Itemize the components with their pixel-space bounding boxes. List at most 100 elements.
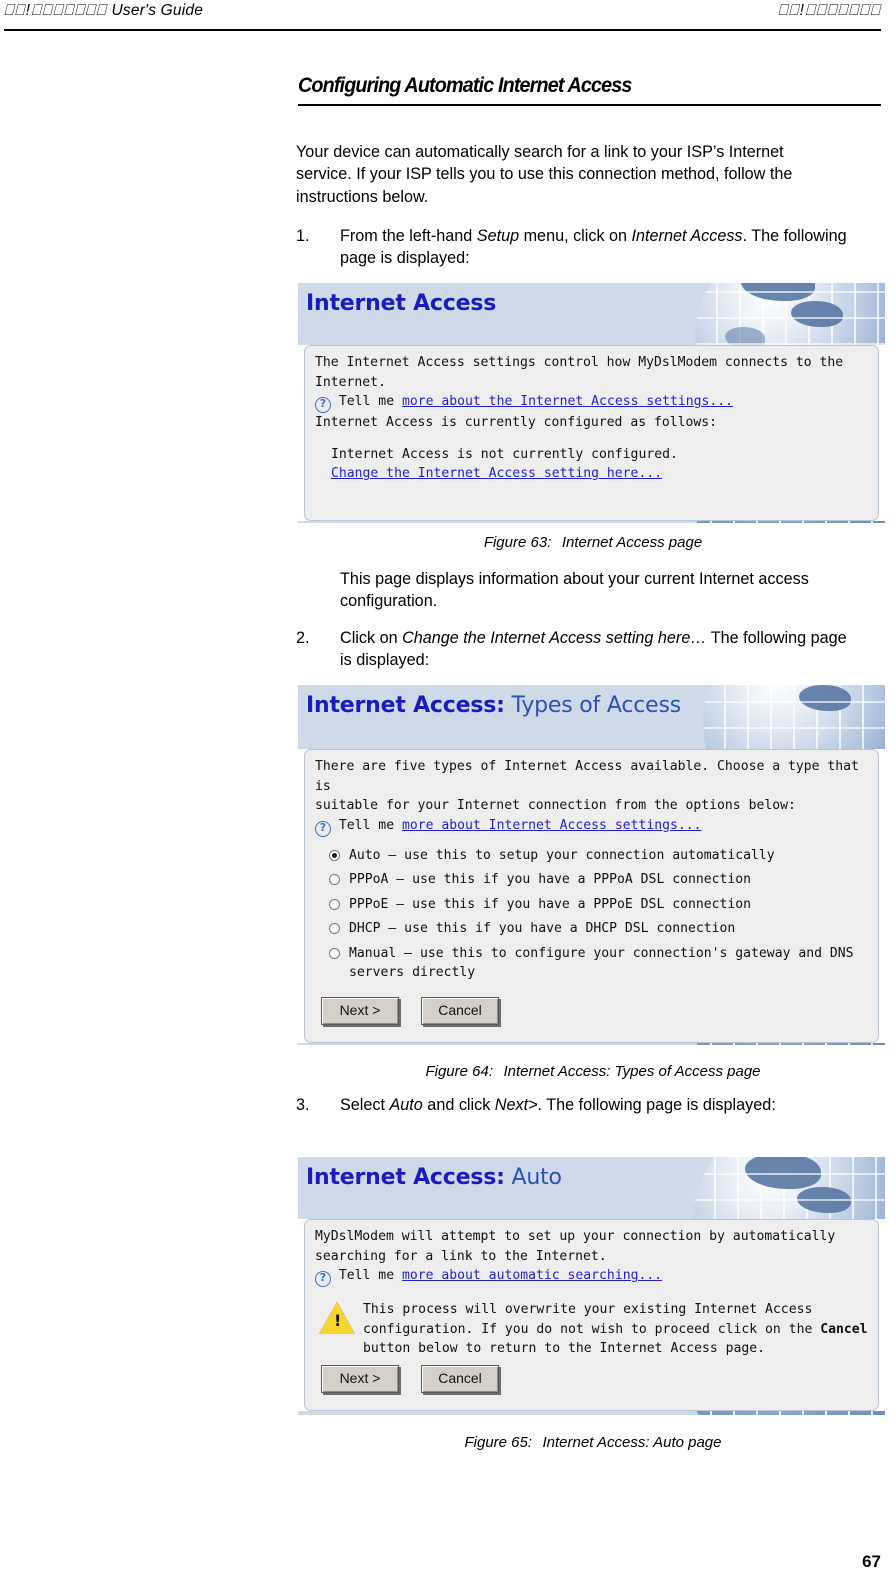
- radio-option-manual[interactable]: Manual – use this to configure your conn…: [329, 944, 868, 983]
- step-1-note: This page displays information about you…: [340, 570, 809, 611]
- warning-cancel-emphasis: Cancel: [820, 1321, 868, 1337]
- help-icon[interactable]: ?: [315, 820, 331, 837]
- step-3-text-c: . The following page is displayed:: [537, 1096, 776, 1114]
- header-left-text: ⎕⎕!⎕⎕⎕⎕⎕⎕⎕ User's Guide: [4, 2, 203, 20]
- step-3-em-auto: Auto: [389, 1096, 423, 1114]
- figure-65-number: Figure 65:: [464, 1434, 533, 1451]
- shot3-line1: MyDslModem will attempt to set up your c…: [315, 1229, 836, 1244]
- header-left-tofu: ⎕⎕!⎕⎕⎕⎕⎕⎕⎕: [4, 2, 108, 19]
- shot2-banner: Internet Access: Types of Access: [298, 685, 885, 749]
- step-1-text-a: From the left-hand: [340, 227, 477, 245]
- page-number: 67: [862, 1552, 881, 1571]
- shot3-button-row: Next > Cancel: [321, 1364, 868, 1393]
- step-1-text: From the left-hand Setup menu, click on …: [340, 225, 856, 270]
- shot2-tellme-label: Tell me: [338, 817, 395, 833]
- radio-option-auto[interactable]: Auto – use this to setup your connection…: [329, 846, 868, 866]
- radio-option-pppoa[interactable]: PPPoA – use this if you have a PPPoA DSL…: [329, 870, 868, 890]
- shot2-content-panel: There are five types of Internet Access …: [304, 749, 879, 1043]
- next-button[interactable]: Next >: [321, 996, 399, 1025]
- shot2-title-bold: Internet Access:: [306, 693, 505, 718]
- step-2-text-a: Click on: [340, 629, 403, 647]
- shot3-content-panel: MyDslModem will attempt to set up your c…: [304, 1219, 879, 1411]
- header-left-label: User's Guide: [111, 2, 204, 19]
- shot2-tellme-row: ? Tell me more about Internet Access set…: [315, 816, 868, 837]
- shot1-link-change-setting[interactable]: Change the Internet Access setting here.…: [331, 466, 662, 481]
- radio-icon-pppoa[interactable]: [329, 874, 340, 885]
- radio-label-dhcp: DHCP – use this if you have a DHCP DSL c…: [349, 921, 736, 936]
- step-2-em-change-setting: Change the Internet Access setting here…: [402, 629, 707, 647]
- radio-label-pppoe: PPPoE – use this if you have a PPPoE DSL…: [349, 896, 752, 912]
- shot1-title: Internet Access: [306, 291, 497, 316]
- figure-65-label: Internet Access: Auto page: [542, 1434, 722, 1451]
- cancel-button[interactable]: Cancel: [421, 1364, 499, 1393]
- page-title: Configuring Automatic Internet Access: [298, 74, 632, 97]
- step-2-number: 2.: [296, 629, 310, 647]
- figure-65-screenshot: Internet Access: Auto MyDslModem will at…: [298, 1157, 885, 1415]
- radio-icon-auto[interactable]: [329, 849, 340, 861]
- help-icon[interactable]: ?: [315, 1271, 331, 1287]
- header-right-tofu: ⎕⎕!⎕⎕⎕⎕⎕⎕⎕: [777, 2, 881, 19]
- intro-paragraph: Your device can automatically search for…: [296, 143, 793, 206]
- figure-63-number: Figure 63:: [483, 534, 552, 551]
- shot3-tellme-label: Tell me: [338, 1268, 395, 1283]
- shot1-spacer: [315, 433, 868, 445]
- cancel-button[interactable]: Cancel: [421, 996, 499, 1025]
- shot1-line2: Internet.: [315, 374, 386, 390]
- step-1: 1. From the left-hand Setup menu, click …: [296, 225, 856, 270]
- figure-63-screenshot: Internet Access The Internet Access sett…: [298, 283, 885, 523]
- help-icon[interactable]: ?: [315, 397, 331, 413]
- radio-label-auto: Auto – use this to setup your connection…: [349, 847, 775, 863]
- shot2-title: Internet Access: Types of Access: [298, 685, 885, 718]
- title-underline: [298, 104, 881, 107]
- figure-64-screenshot: Internet Access: Types of Access There a…: [298, 685, 885, 1045]
- warning-text: This process will overwrite your existin…: [363, 1300, 868, 1359]
- shot1-tellme-label: Tell me: [338, 394, 395, 409]
- step-1-text-b: menu, click on: [519, 227, 632, 245]
- shot3-title-bold: Internet Access:: [306, 1165, 505, 1190]
- shot3-banner: Internet Access: Auto: [298, 1157, 885, 1219]
- step-1-number: 1.: [296, 227, 310, 245]
- next-button[interactable]: Next >: [321, 1364, 399, 1393]
- shot2-button-row: Next > Cancel: [321, 996, 868, 1025]
- figure-64-caption: Figure 64: Internet Access: Types of Acce…: [298, 1063, 888, 1080]
- radio-icon-pppoe[interactable]: [329, 898, 340, 910]
- radio-option-dhcp[interactable]: DHCP – use this if you have a DHCP DSL c…: [329, 919, 868, 939]
- figure-63-caption: Figure 63: Internet Access page: [298, 534, 888, 551]
- shot1-link-more-about-settings[interactable]: more about the Internet Access settings.…: [402, 394, 733, 409]
- step-3-em-next: Next>: [494, 1096, 538, 1114]
- shot1-banner: Internet Access: [298, 283, 885, 345]
- shot1-footer: [298, 521, 885, 523]
- radio-icon-dhcp[interactable]: [329, 923, 340, 934]
- figure-63-label: Internet Access page: [561, 534, 703, 551]
- shot2-title-sub: Types of Access: [504, 693, 682, 718]
- running-header: ⎕⎕!⎕⎕⎕⎕⎕⎕⎕ User's Guide ⎕⎕!⎕⎕⎕⎕⎕⎕⎕: [0, 0, 895, 36]
- radio-icon-manual[interactable]: [329, 947, 340, 959]
- step-3-text-a: Select: [340, 1096, 390, 1114]
- shot2-line1: There are five types of Internet Access …: [315, 759, 859, 794]
- figure-64-label: Internet Access: Types of Access page: [503, 1063, 761, 1080]
- shot1-line3: Internet Access is currently configured …: [315, 415, 718, 430]
- shot3-title-sub: Auto: [504, 1165, 562, 1190]
- shot1-line4: Internet Access is not currently configu…: [331, 446, 678, 462]
- shot2-link-more-about-settings[interactable]: more about Internet Access settings...: [402, 818, 702, 833]
- warning-triangle-icon: [319, 1302, 355, 1334]
- shot1-line1: The Internet Access settings control how…: [315, 355, 844, 370]
- shot1-content-panel: The Internet Access settings control how…: [304, 345, 879, 521]
- step-3-number: 3.: [296, 1096, 310, 1114]
- step-2: 2. Click on Change the Internet Access s…: [296, 627, 856, 672]
- shot3-footer: [298, 1411, 885, 1415]
- shot3-line2: searching for a link to the Internet.: [315, 1248, 607, 1264]
- step-3-text: Select Auto and click Next>. The followi…: [340, 1094, 856, 1116]
- shot3-tellme-row: ? Tell me more about automatic searching…: [315, 1266, 868, 1287]
- header-divider: [4, 29, 881, 32]
- figure-64-number: Figure 64:: [425, 1063, 493, 1080]
- warning-text-b: button below to return to the Internet A…: [363, 1341, 766, 1356]
- warning-text-a: This process will overwrite your existin…: [363, 1302, 821, 1337]
- shot2-footer: [298, 1043, 885, 1045]
- radio-label-pppoa: PPPoA – use this if you have a PPPoA DSL…: [349, 872, 752, 887]
- radio-label-manual: Manual – use this to configure your conn…: [349, 945, 854, 981]
- step-1-em-internet-access: Internet Access: [631, 227, 743, 245]
- shot3-link-automatic-searching[interactable]: more about automatic searching...: [402, 1268, 662, 1283]
- radio-option-pppoe[interactable]: PPPoE – use this if you have a PPPoE DSL…: [329, 895, 868, 915]
- step-3: 3. Select Auto and click Next>. The foll…: [296, 1094, 856, 1116]
